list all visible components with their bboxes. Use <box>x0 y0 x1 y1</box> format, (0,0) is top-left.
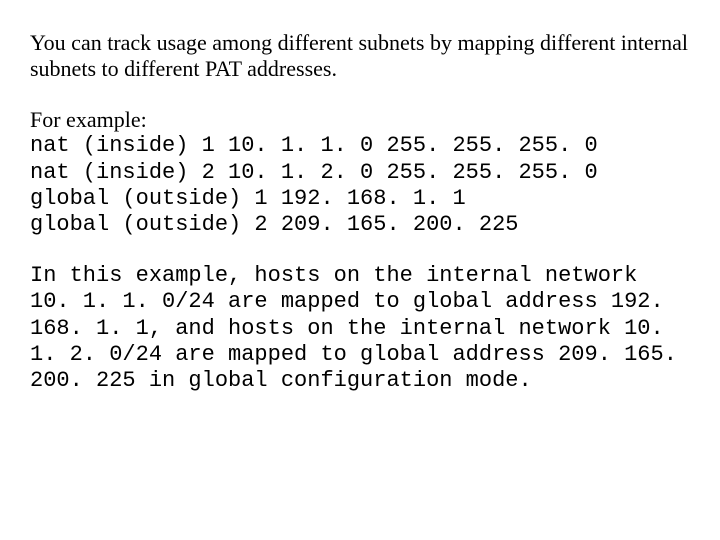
code-line-1: nat (inside) 1 10. 1. 1. 0 255. 255. 255… <box>30 133 690 159</box>
intro-paragraph: You can track usage among different subn… <box>30 30 690 83</box>
code-line-2: nat (inside) 2 10. 1. 2. 0 255. 255. 255… <box>30 160 690 186</box>
code-example-block: For example: nat (inside) 1 10. 1. 1. 0 … <box>30 107 690 239</box>
code-line-4: global (outside) 2 209. 165. 200. 225 <box>30 212 690 238</box>
explanation-paragraph: In this example, hosts on the internal n… <box>30 263 690 395</box>
example-label: For example: <box>30 107 690 133</box>
code-line-3: global (outside) 1 192. 168. 1. 1 <box>30 186 690 212</box>
